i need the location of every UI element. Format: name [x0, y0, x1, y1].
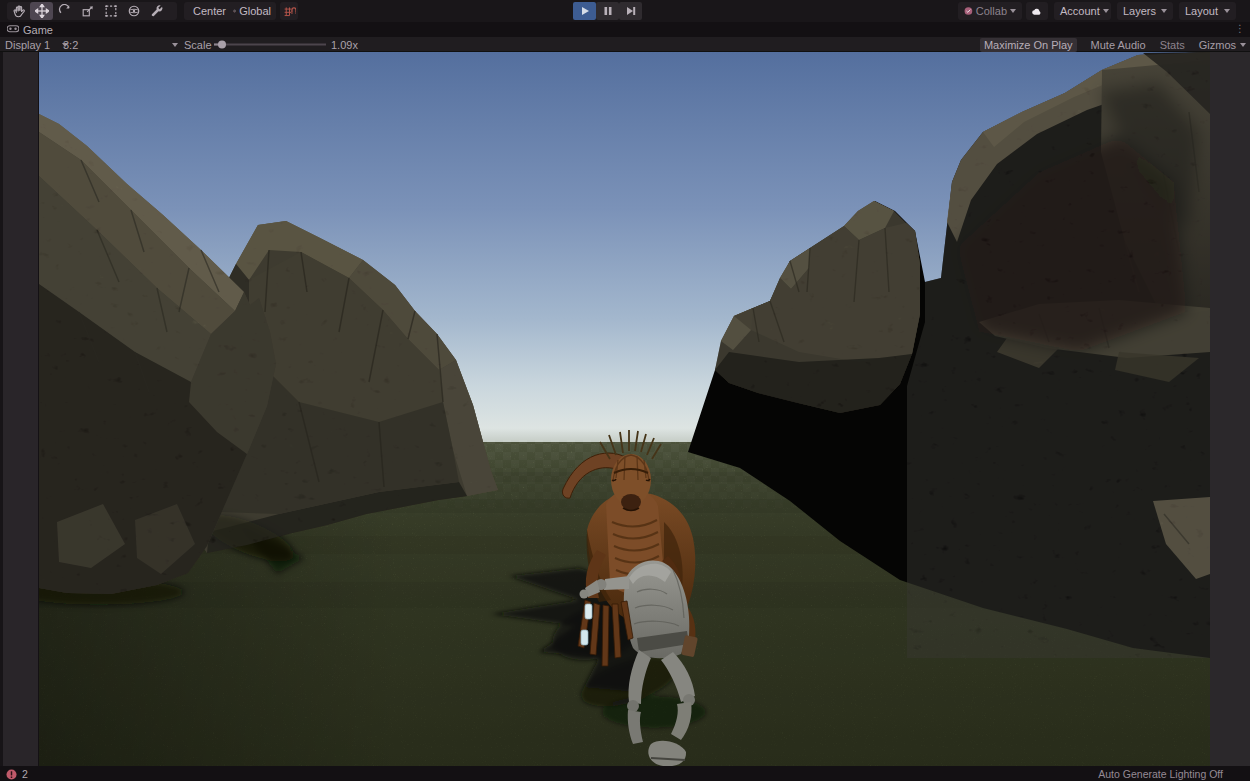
- pivot-label: Center: [193, 5, 226, 17]
- display-label: Display 1: [5, 39, 50, 51]
- snap-settings-button[interactable]: [280, 2, 298, 20]
- scale-icon: [81, 4, 95, 18]
- grid-snap-icon: [283, 5, 296, 18]
- stats-button[interactable]: Stats: [1160, 39, 1185, 51]
- step-icon: [626, 6, 636, 16]
- custom-tool-button[interactable]: [145, 2, 168, 20]
- space-toggle-button[interactable]: Global: [231, 2, 277, 20]
- console-status[interactable]: 2: [6, 768, 28, 780]
- rotate-icon: [58, 4, 72, 18]
- rect-tool-button[interactable]: [99, 2, 122, 20]
- wrench-icon: [150, 4, 164, 18]
- layout-label: Layout: [1185, 5, 1218, 17]
- cloud-button[interactable]: [1026, 2, 1048, 20]
- layers-label: Layers: [1123, 5, 1156, 17]
- game-viewport[interactable]: [39, 52, 1210, 766]
- layout-dropdown[interactable]: Layout: [1179, 2, 1236, 20]
- pivot-toggle-button[interactable]: Center: [184, 2, 231, 20]
- lighting-status-label: Auto Generate Lighting Off: [1098, 768, 1223, 780]
- collab-icon: [964, 5, 973, 17]
- game-tab[interactable]: Game: [7, 22, 53, 37]
- layers-caret-icon: [1161, 9, 1167, 13]
- main-toolbar: Center Global Collab Account Layers Layo…: [0, 0, 1250, 22]
- scale-control: Scale: [184, 37, 212, 52]
- collab-label: Collab: [976, 5, 1007, 17]
- status-bar: 2 Auto Generate Lighting Off: [0, 766, 1250, 781]
- pause-icon: [603, 6, 613, 16]
- aspect-label: 3:2: [63, 39, 78, 51]
- aspect-caret-icon: [172, 43, 178, 47]
- space-label: Global: [239, 5, 271, 17]
- play-button[interactable]: [573, 2, 596, 20]
- game-view-icon: [7, 25, 19, 34]
- gizmos-dropdown[interactable]: Gizmos: [1199, 39, 1246, 51]
- gizmos-caret-icon: [1240, 43, 1246, 47]
- move-icon: [35, 4, 49, 18]
- transform-icon: [127, 4, 141, 18]
- move-tool-button[interactable]: [30, 2, 53, 20]
- maximize-on-play-button[interactable]: Maximize On Play: [980, 38, 1077, 52]
- viewport-right-margin: [1210, 52, 1250, 766]
- globe-icon: [233, 5, 236, 17]
- error-count: 2: [22, 768, 28, 780]
- account-caret-icon: [1103, 9, 1109, 13]
- viewport-left-margin: [0, 52, 39, 766]
- scale-slider[interactable]: [214, 37, 326, 52]
- aspect-dropdown[interactable]: 3:2: [63, 37, 178, 52]
- pause-button[interactable]: [596, 2, 619, 20]
- mute-audio-button[interactable]: Mute Audio: [1091, 39, 1146, 51]
- hand-icon: [12, 4, 26, 18]
- gizmos-label: Gizmos: [1199, 39, 1236, 51]
- left-scrollbar[interactable]: [0, 52, 3, 766]
- account-label: Account: [1060, 5, 1100, 17]
- scale-value-label: 1.09x: [331, 39, 358, 51]
- layers-dropdown[interactable]: Layers: [1117, 2, 1173, 20]
- game-tab-label: Game: [23, 24, 53, 36]
- collab-button[interactable]: Collab: [958, 2, 1022, 20]
- play-icon: [580, 6, 590, 16]
- scale-slider-track: [214, 37, 326, 52]
- scale-value: 1.09x: [331, 37, 358, 52]
- game-scene: [39, 52, 1210, 766]
- transform-tool-button[interactable]: [122, 2, 145, 20]
- step-button[interactable]: [619, 2, 642, 20]
- display-dropdown[interactable]: Display 1: [5, 37, 68, 52]
- game-view-toolbar: Display 1 3:2 Scale 1.09x Maximize On Pl…: [0, 37, 1250, 52]
- rotate-tool-button[interactable]: [53, 2, 76, 20]
- error-badge-icon: [6, 769, 17, 780]
- view-tab-bar: Game ⋮: [0, 22, 1250, 37]
- rect-icon: [104, 4, 118, 18]
- scale-label: Scale: [184, 39, 212, 51]
- hand-tool-button[interactable]: [7, 2, 30, 20]
- cloud-icon: [1032, 6, 1042, 17]
- collab-caret-icon: [1010, 9, 1016, 13]
- account-dropdown[interactable]: Account: [1054, 2, 1111, 20]
- game-view-options: Maximize On Play Mute Audio Stats Gizmos: [980, 37, 1246, 52]
- layout-caret-icon: [1224, 9, 1230, 13]
- scale-slider-handle[interactable]: [218, 41, 226, 49]
- tab-menu-kebab-icon[interactable]: ⋮: [1235, 23, 1245, 34]
- scale-tool-button[interactable]: [76, 2, 99, 20]
